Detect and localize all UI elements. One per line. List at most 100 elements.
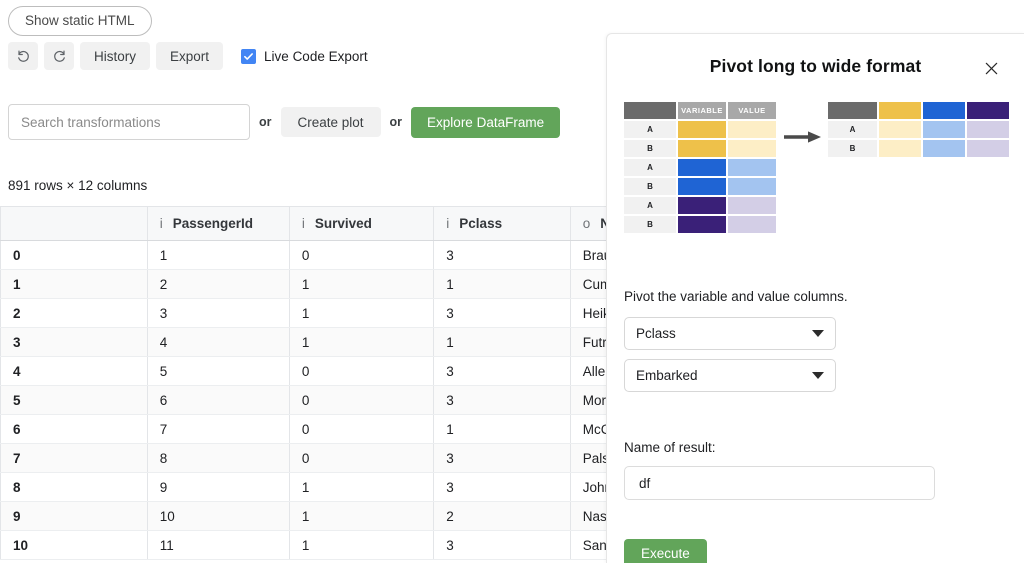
export-button[interactable]: Export [156, 42, 223, 70]
illustration-wide-header-cell [879, 102, 923, 121]
illustration-long-row: B [624, 140, 778, 159]
illustration-header-cell: VARIABLE [678, 102, 728, 121]
illustration-color-cell [728, 216, 778, 235]
table-row[interactable]: 0103Braund, Mr. Owe. [1, 241, 607, 270]
illustration-index-cell: B [828, 140, 879, 159]
table-cell: McCarthy, Mr. Ti.. [570, 415, 606, 444]
close-icon [984, 61, 999, 81]
row-index-cell: 4 [1, 357, 148, 386]
row-index-cell: 0 [1, 241, 148, 270]
table-row[interactable]: 8913Johnson, Mrs. O. [1, 473, 607, 502]
illustration-long-row: B [624, 216, 778, 235]
history-label: History [94, 49, 136, 64]
table-cell: 1 [147, 241, 289, 270]
row-index-cell: 6 [1, 415, 148, 444]
table-row[interactable]: 2313Heikkinen, Miss. . [1, 299, 607, 328]
redo-button[interactable] [44, 42, 74, 70]
table-cell: 6 [147, 386, 289, 415]
table-cell: 2 [434, 502, 570, 531]
dataframe-table: iPassengerId iSurvived iPclass oName 01 [0, 206, 606, 560]
dataframe-table-head: iPassengerId iSurvived i Pclass oName [1, 207, 607, 241]
table-cell: Nasser, Mrs. Nic.. [570, 502, 606, 531]
illustration-color-cell [728, 121, 778, 140]
column-header-passengerid[interactable]: iPassengerId [147, 207, 289, 241]
table-cell: 8 [147, 444, 289, 473]
live-code-export-control[interactable]: Live Code Export [241, 49, 368, 64]
table-cell: 3 [434, 241, 570, 270]
illustration-color-cell [678, 140, 728, 159]
undo-button[interactable] [8, 42, 38, 70]
value-column-select[interactable]: Embarked [624, 359, 836, 392]
variable-column-select[interactable]: Pclass [624, 317, 836, 350]
table-cell: Heikkinen, Miss. . [570, 299, 606, 328]
workspace: Show static HTML [0, 0, 606, 563]
table-cell: 0 [289, 444, 433, 473]
illustration-wide-header-cell [828, 102, 879, 121]
column-header-label: Survived [315, 216, 372, 231]
arrow-right-icon [784, 130, 822, 149]
column-header-label: Pclass [459, 216, 502, 231]
table-row[interactable]: 101113Sandstrom, Miss. [1, 531, 607, 560]
table-row[interactable]: 1211Cumings, Mrs. J.. [1, 270, 607, 299]
illustration-long-row: A [624, 159, 778, 178]
create-plot-button[interactable]: Create plot [281, 107, 381, 137]
table-header-row: iPassengerId iSurvived i Pclass oName [1, 207, 607, 241]
table-cell: Moran, Mr. James [570, 386, 606, 415]
history-button[interactable]: History [80, 42, 150, 70]
dtype-badge: i [446, 216, 449, 231]
explore-dataframe-button[interactable]: Explore DataFrame [411, 107, 560, 138]
row-index-cell: 8 [1, 473, 148, 502]
illustration-index-cell: B [624, 140, 678, 159]
result-name-input[interactable] [624, 466, 935, 500]
result-name-label: Name of result: [624, 440, 716, 455]
toolbar: History Export Live Code Export [8, 42, 368, 70]
illustration-color-cell [678, 159, 728, 178]
table-row[interactable]: 3411Futrelle, Mrs. Jac. [1, 328, 607, 357]
live-code-export-checkbox[interactable] [241, 49, 256, 64]
close-panel-button[interactable] [980, 60, 1002, 82]
chevron-down-icon [812, 372, 824, 379]
execute-button[interactable]: Execute [624, 539, 707, 563]
illustration-long-row: A [624, 197, 778, 216]
column-header-name[interactable]: oName [570, 207, 606, 241]
illustration-wide-row: B [828, 140, 1011, 159]
table-cell: 1 [434, 415, 570, 444]
table-cell: 1 [289, 531, 433, 560]
table-row[interactable]: 5603Moran, Mr. James [1, 386, 607, 415]
table-cell: Allen, Mr. William. [570, 357, 606, 386]
column-header-survived[interactable]: iSurvived [289, 207, 433, 241]
table-cell: 3 [434, 299, 570, 328]
table-cell: 1 [289, 299, 433, 328]
column-header-pclass[interactable]: i Pclass [434, 207, 570, 241]
table-cell: 11 [147, 531, 289, 560]
search-input[interactable] [8, 104, 250, 140]
table-cell: Palsson, Master. . [570, 444, 606, 473]
execute-label: Execute [641, 546, 690, 561]
chevron-down-icon [812, 330, 824, 337]
table-cell: Johnson, Mrs. O. [570, 473, 606, 502]
illustration-header-cell [624, 102, 678, 121]
variable-column-value: Pclass [636, 326, 676, 341]
illustration-index-cell: B [624, 178, 678, 197]
table-row[interactable]: 6701McCarthy, Mr. Ti.. [1, 415, 607, 444]
table-row[interactable]: 4503Allen, Mr. William. [1, 357, 607, 386]
table-row[interactable]: 7803Palsson, Master. . [1, 444, 607, 473]
table-cell: 4 [147, 328, 289, 357]
illustration-color-cell [728, 178, 778, 197]
dataframe-table-container[interactable]: iPassengerId iSurvived iPclass oName 01 [0, 206, 606, 563]
illustration-color-cell [879, 140, 923, 159]
illustration-long-row: A [624, 121, 778, 140]
illustration-long-table: VARIABLEVALUEABABAB [624, 102, 778, 235]
create-plot-label: Create plot [298, 115, 364, 130]
table-cell: 1 [289, 502, 433, 531]
or-separator-2: or [390, 115, 403, 129]
illustration-long-row: B [624, 178, 778, 197]
column-header-index[interactable] [1, 207, 148, 241]
row-index-cell: 9 [1, 502, 148, 531]
illustration-color-cell [923, 121, 967, 140]
table-row[interactable]: 91012Nasser, Mrs. Nic.. [1, 502, 607, 531]
illustration-index-cell: A [624, 197, 678, 216]
show-static-html-button[interactable]: Show static HTML [8, 6, 152, 36]
app-root: Show static HTML [0, 0, 1024, 563]
dtype-badge: o [583, 216, 591, 231]
